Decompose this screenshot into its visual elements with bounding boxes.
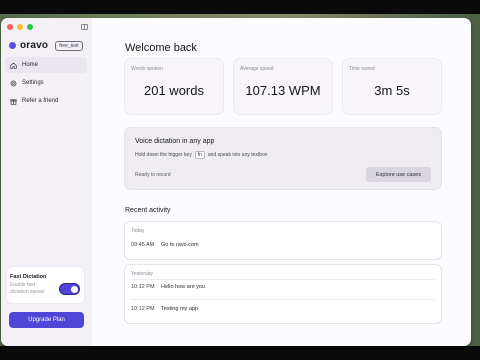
activity-text: Hello how are you: [161, 284, 206, 290]
stat-card-speed: Average speed 107.13 WPM: [234, 59, 332, 114]
sidebar-toggle-icon[interactable]: [81, 24, 88, 30]
activity-time: 10:12 PM: [131, 284, 155, 290]
trigger-key-badge: fn: [194, 151, 205, 159]
recording-status: Ready to record: [135, 172, 171, 178]
sidebar-item-label: Refer a friend: [22, 98, 59, 104]
stat-value: 201 words: [144, 83, 204, 98]
brand-logo-icon: [9, 42, 16, 49]
explore-use-cases-button[interactable]: Explore use cases: [366, 167, 431, 182]
voice-card-title: Voice dictation in any app: [135, 138, 215, 145]
activity-group-label: Yesterday: [131, 271, 154, 277]
gift-icon: [10, 98, 17, 105]
activity-group-label: Today: [131, 228, 145, 234]
stat-card-time-saved: Time saved 3m 5s: [343, 59, 441, 114]
stat-value: 107.13 WPM: [245, 83, 321, 98]
sidebar-item-refer[interactable]: Refer a friend: [5, 93, 87, 109]
activity-group-today: Today 09:45 AM Go to ravo.com: [125, 222, 441, 259]
stat-label: Average speed: [240, 66, 274, 72]
list-item[interactable]: 10:12 PM Hello how are you: [131, 284, 205, 290]
brand: oravo free_test: [9, 40, 83, 51]
activity-text: Testing my app: [161, 306, 198, 312]
sidebar-item-label: Home: [22, 62, 39, 68]
sidebar-item-settings[interactable]: Settings: [5, 75, 87, 91]
zoom-window-button[interactable]: [27, 24, 33, 30]
activity-group-yesterday: Yesterday 10:12 PM Hello how are you 10:…: [125, 265, 441, 323]
home-icon: [10, 62, 17, 69]
close-window-button[interactable]: [7, 24, 13, 30]
tier-badge: free_test: [55, 40, 83, 51]
sidebar-item-label: Settings: [22, 80, 44, 86]
stat-value: 3m 5s: [374, 83, 410, 98]
voice-desc-after: and speak into any textbox: [207, 152, 268, 158]
list-item[interactable]: 10:12 PM Testing my app: [131, 306, 198, 312]
row-divider: [131, 279, 435, 280]
stat-label: Words spoken: [131, 66, 163, 72]
gear-icon: [10, 80, 17, 87]
page-title: Welcome back: [125, 42, 197, 54]
voice-dictation-card: Voice dictation in any app Hold down the…: [125, 128, 441, 189]
sidebar-item-home[interactable]: Home: [5, 57, 87, 73]
upgrade-plan-button[interactable]: Upgrade Plan: [9, 312, 84, 328]
stat-card-words: Words spoken 201 words: [125, 59, 223, 114]
window-controls: [7, 24, 33, 30]
voice-desc-before: Hold down the trigger key: [135, 152, 192, 158]
letterbox-bottom: [0, 346, 480, 360]
activity-time: 10:12 PM: [131, 306, 155, 312]
fast-dictation-title: Fast Dictation: [10, 274, 47, 280]
voice-card-description: Hold down the trigger key fn and speak i…: [135, 151, 267, 159]
stat-label: Time saved: [349, 66, 375, 72]
fast-dictation-subtitle: Enable fast dictation speed: [10, 282, 44, 295]
sidebar: oravo free_test Home Settings Refer a fr…: [1, 18, 92, 346]
recent-activity-heading: Recent activity: [125, 207, 171, 214]
brand-name: oravo: [20, 40, 49, 51]
activity-text: Go to ravo.com: [161, 242, 199, 248]
row-divider: [131, 299, 435, 300]
app-window: oravo free_test Home Settings Refer a fr…: [1, 18, 471, 346]
main-content: Welcome back Words spoken 201 words Aver…: [92, 18, 471, 346]
list-item[interactable]: 09:45 AM Go to ravo.com: [131, 242, 199, 248]
activity-time: 09:45 AM: [131, 242, 155, 248]
minimize-window-button[interactable]: [17, 24, 23, 30]
letterbox-top: [0, 0, 480, 14]
fast-dictation-toggle[interactable]: [60, 284, 79, 294]
sidebar-nav: Home Settings Refer a friend: [5, 57, 87, 111]
